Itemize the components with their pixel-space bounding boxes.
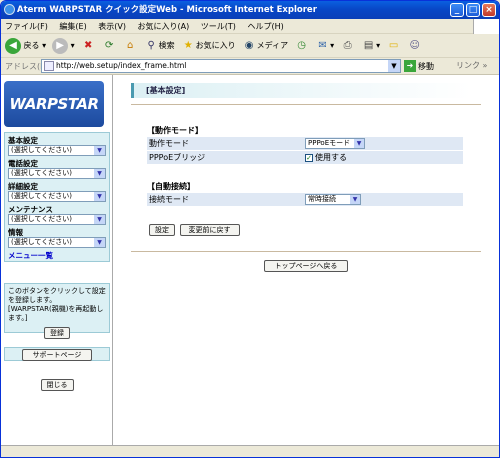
warpstar-logo: WARPSTAR: [4, 81, 104, 127]
support-panel: サポートページ: [4, 347, 110, 361]
connection-mode-row: 接続モード 常時接続 ▼: [147, 193, 463, 206]
revert-button[interactable]: 変更前に戻す: [179, 224, 240, 236]
history-icon: ◷: [297, 40, 306, 51]
nav-group-phone: 電話設定 (選択してください) ▼: [8, 159, 106, 179]
title-bar: Aterm WARPSTAR クイック設定Web - Microsoft Int…: [1, 1, 499, 19]
media-button[interactable]: ◉ メディア: [242, 38, 288, 53]
basic-settings-select[interactable]: (選択してください) ▼: [8, 145, 106, 156]
history-button[interactable]: ◷: [294, 38, 309, 53]
menu-list-link[interactable]: メニュー一覧: [8, 250, 106, 261]
edit-button[interactable]: ▤ ▾: [361, 38, 380, 53]
operation-mode-label: 動作モード: [149, 139, 189, 148]
refresh-icon: ⟳: [104, 40, 114, 51]
back-arrow-icon: ◀: [5, 37, 21, 54]
folder-button[interactable]: ▭: [386, 38, 401, 53]
phone-settings-select[interactable]: (選択してください) ▼: [8, 168, 106, 179]
address-input[interactable]: http://web.setup/index_frame.html ▼: [41, 59, 401, 73]
nav-menu-panel: 基本設定 (選択してください) ▼ 電話設定 (選択してください) ▼ 詳細設定 (…: [4, 132, 110, 262]
search-icon: ⚲: [147, 40, 155, 51]
chevron-down-icon: ▼: [94, 238, 105, 247]
close-window-button[interactable]: ×: [482, 3, 496, 17]
browser-window: Aterm WARPSTAR クイック設定Web - Microsoft Int…: [0, 0, 500, 458]
advanced-settings-select[interactable]: (選択してください) ▼: [8, 191, 106, 202]
close-button[interactable]: 閉じる: [40, 379, 74, 391]
toolbar: ◀ 戻る ▾ ▶ ▾ ✖ ⟳ ⌂ ⚲ 検索 ★ お気に入り ◉ メディア ◷ ✉ ▾ ⎙…: [1, 34, 499, 58]
menu-view[interactable]: 表示(V): [98, 22, 126, 31]
media-icon: ◉: [244, 40, 254, 51]
register-button[interactable]: 登録: [44, 327, 70, 339]
chevron-down-icon: ▼: [94, 169, 105, 178]
window-title: Aterm WARPSTAR クイック設定Web - Microsoft Int…: [17, 5, 317, 15]
menu-tools[interactable]: ツール(T): [201, 22, 236, 31]
chevron-down-icon: ▼: [354, 139, 364, 148]
nav-group-info: 情報 (選択してください) ▼: [8, 228, 106, 248]
star-icon: ★: [183, 40, 193, 51]
nav-frame: WARPSTAR 基本設定 (選択してください) ▼ 電話設定 (選択してください…: [1, 75, 113, 445]
chevron-down-icon: ▼: [94, 146, 105, 155]
messenger-button[interactable]: ☺: [407, 38, 422, 53]
forward-button[interactable]: ▶ ▾: [52, 37, 75, 54]
favorites-button[interactable]: ★ お気に入り: [181, 38, 236, 53]
set-button[interactable]: 設定: [149, 224, 175, 236]
maximize-button[interactable]: □: [466, 3, 480, 17]
address-dropdown-icon[interactable]: ▼: [388, 60, 400, 72]
info-select[interactable]: (選択してください) ▼: [8, 237, 106, 248]
folder-icon: ▭: [388, 40, 399, 51]
nav-group-maintenance: メンテナンス (選択してください) ▼: [8, 205, 106, 225]
chevron-down-icon: ▼: [94, 192, 105, 201]
pppoe-bridge-label: PPPoEブリッジ: [149, 153, 206, 162]
menu-file[interactable]: ファイル(F): [5, 22, 48, 31]
menu-help[interactable]: ヘルプ(H): [247, 22, 283, 31]
edit-icon: ▤: [363, 40, 374, 51]
print-icon: ⎙: [343, 40, 352, 51]
go-button[interactable]: ➜ 移動: [404, 60, 434, 72]
ie-icon: [4, 4, 15, 15]
forward-arrow-icon: ▶: [52, 37, 69, 54]
page-icon: [44, 61, 54, 71]
menu-edit[interactable]: 編集(E): [59, 22, 86, 31]
address-bar: アドレス(D) http://web.setup/index_frame.htm…: [1, 58, 499, 75]
minimize-button[interactable]: _: [450, 3, 464, 17]
support-page-button[interactable]: サポートページ: [21, 349, 93, 361]
operation-mode-select[interactable]: PPPoEモード ▼: [305, 138, 365, 149]
go-arrow-icon: ➜: [404, 60, 416, 72]
connection-mode-select[interactable]: 常時接続 ▼: [305, 194, 361, 205]
status-bar: [1, 445, 499, 457]
mail-button[interactable]: ✉ ▾: [315, 38, 334, 53]
nav-group-basic: 基本設定 (選択してください) ▼: [8, 136, 106, 156]
page-title: [基本設定]: [131, 83, 471, 98]
back-to-top-button[interactable]: トップページへ戻る: [263, 260, 349, 272]
chevron-down-icon: ▼: [350, 195, 360, 204]
pppoe-bridge-checkbox[interactable]: ✓: [305, 154, 313, 162]
mail-icon: ✉: [318, 40, 327, 51]
links-button[interactable]: リンク »: [456, 60, 487, 71]
stop-button[interactable]: ✖: [81, 38, 96, 53]
windows-logo: [473, 19, 499, 34]
menu-bar: ファイル(F) 編集(E) 表示(V) お気に入り(A) ツール(T) ヘルプ(…: [1, 19, 499, 34]
section-operation-mode: 【動作モード】: [147, 126, 203, 135]
divider: [131, 251, 481, 252]
page-content: WARPSTAR 基本設定 (選択してください) ▼ 電話設定 (選択してください…: [1, 75, 499, 445]
home-button[interactable]: ⌂: [123, 38, 138, 53]
pppoe-bridge-row: PPPoEブリッジ ✓ 使用する: [147, 151, 463, 164]
section-auto-connect: 【自動接続】: [147, 182, 195, 191]
register-info-text: このボタンをクリックして設定を登録します。[WARPSTAR(親機)を再起動しま…: [8, 287, 106, 322]
menu-favorites[interactable]: お気に入り(A): [138, 22, 190, 31]
nav-group-advanced: 詳細設定 (選択してください) ▼: [8, 182, 106, 202]
connection-mode-label: 接続モード: [149, 195, 189, 204]
main-frame: [基本設定] 【動作モード】 動作モード PPPoEモード ▼ PPPoEブリッジ…: [131, 75, 481, 445]
register-panel: このボタンをクリックして設定を登録します。[WARPSTAR(親機)を再起動しま…: [4, 283, 110, 339]
chevron-down-icon: ▼: [94, 215, 105, 224]
divider: [131, 104, 481, 105]
maintenance-select[interactable]: (選択してください) ▼: [8, 214, 106, 225]
pppoe-bridge-value: 使用する: [315, 153, 347, 162]
search-button[interactable]: ⚲ 検索: [144, 38, 175, 53]
stop-icon: ✖: [83, 40, 93, 51]
operation-mode-row: 動作モード PPPoEモード ▼: [147, 137, 463, 150]
print-button[interactable]: ⎙: [340, 38, 355, 53]
home-icon: ⌂: [126, 40, 134, 51]
messenger-icon: ☺: [409, 40, 420, 51]
refresh-button[interactable]: ⟳: [102, 38, 117, 53]
back-button[interactable]: ◀ 戻る ▾: [5, 37, 46, 54]
